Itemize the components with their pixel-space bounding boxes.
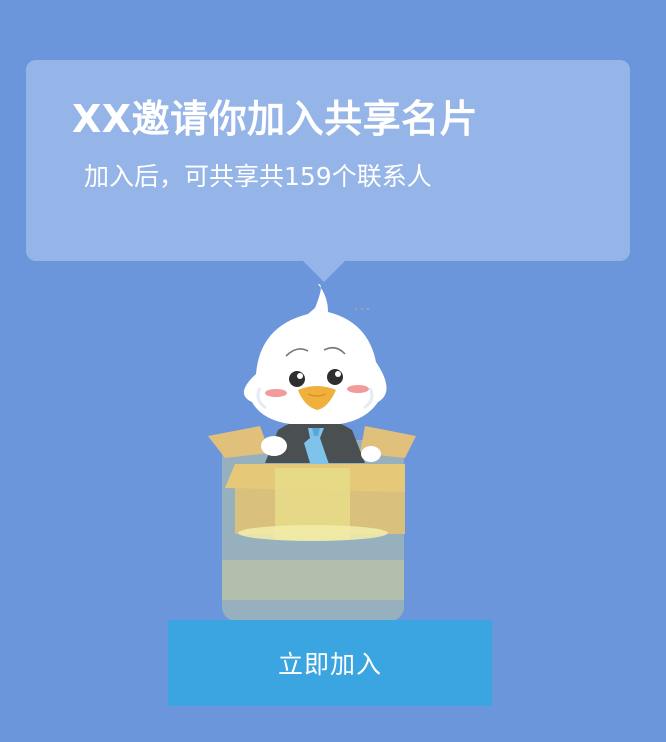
invite-title: XX邀请你加入共享名片 (72, 97, 479, 141)
eagle-mascot-icon (200, 278, 430, 628)
invite-subtitle: 加入后，可共享共159个联系人 (84, 162, 432, 191)
join-button[interactable]: 立即加入 (168, 620, 492, 706)
invite-card: XX邀请你加入共享名片 加入后，可共享共159个联系人 (26, 60, 630, 282)
